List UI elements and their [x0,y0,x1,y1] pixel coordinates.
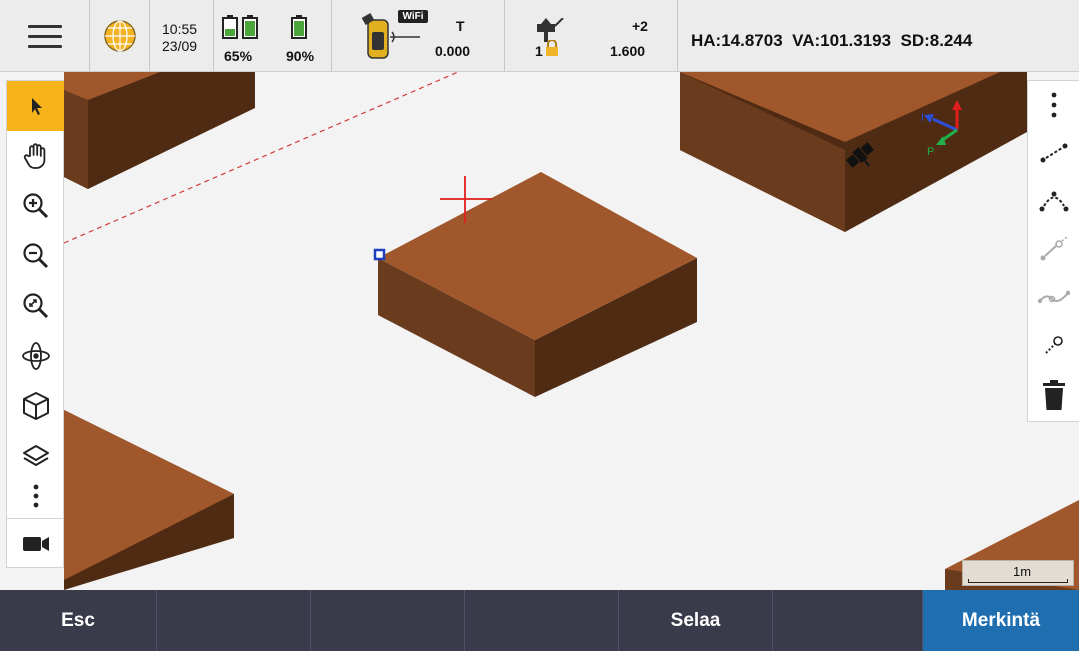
box-top-left [64,72,255,189]
date-text: 23/09 [162,38,198,54]
battery-icon [291,15,307,39]
zoom-in-icon [22,193,48,219]
layers-button[interactable] [7,431,64,481]
polyline-button[interactable] [1028,273,1079,321]
line-from-point-button[interactable] [1028,225,1079,273]
select-icon [31,98,42,115]
battery-cell[interactable]: 65% 90% [214,0,332,71]
zoom-out-icon [22,243,48,269]
zoom-extents-button[interactable] [7,281,64,331]
battery-icon [242,15,258,39]
target-label: T [456,18,465,34]
view-cube-button[interactable] [7,381,64,431]
point-button[interactable] [1028,321,1079,369]
map-view[interactable]: I P [0,72,1079,590]
measurement-readout: HA:14.8703 VA:101.3193 SD:8.244 [678,0,1079,71]
right-more-button[interactable] [1028,81,1079,129]
pan-tool-button[interactable] [7,131,64,181]
camera-button[interactable] [7,519,64,569]
battery-icon [222,15,238,39]
box-center [378,172,697,397]
right-toolbar [1027,80,1079,422]
scale-line [968,579,1068,583]
layers-icon [22,445,49,466]
instrument-cell[interactable]: WiFi T 0.000 [332,0,505,71]
menu-icon-line [28,25,62,28]
offset-label: +2 [632,18,648,34]
bottom-softkey-bar: Esc Selaa Merkintä [0,590,1079,651]
scale-label: 1m [1013,564,1032,579]
draw-arc-button[interactable] [1028,177,1079,225]
zoom-extents-icon [22,293,48,319]
merkinta-button[interactable]: Merkintä [923,590,1079,651]
scale-bar: 1m [962,560,1074,586]
axis-p-label: P [927,146,934,158]
globe-button[interactable] [90,0,150,71]
readout-text: HA:14.8703 VA:101.3193 SD:8.244 [691,31,973,50]
select-tool-button[interactable] [7,81,64,131]
softkey-2[interactable] [157,590,311,651]
zoom-out-button[interactable] [7,231,64,281]
target-value: 0.000 [435,43,471,59]
menu-icon-line [28,45,62,48]
map-canvas[interactable]: I P [0,72,1079,590]
delete-icon [1043,380,1065,410]
more-icon [33,484,38,508]
orbit-button[interactable] [7,331,64,381]
esc-button[interactable]: Esc [0,590,157,651]
time-cell: 10:55 23/09 [150,0,214,71]
menu-icon-line [28,35,62,38]
selaa-button[interactable]: Selaa [619,590,773,651]
box-bottom-left [64,410,234,590]
more-tools-button[interactable] [7,476,64,516]
lock-icon [546,40,558,56]
globe-icon [104,20,136,52]
softkey-4[interactable] [465,590,619,651]
delete-button[interactable] [1028,371,1079,419]
axis-i-label: I [921,112,924,124]
view-cube-icon [22,392,49,420]
prism-count: 1 [535,43,543,59]
menu-button[interactable] [0,0,90,71]
offset-value: 1.600 [610,43,646,59]
left-toolbar [6,80,64,568]
pan-hand-icon [23,143,45,169]
more-icon [1051,92,1057,118]
arc-icon [1039,191,1069,212]
softkey-3[interactable] [311,590,465,651]
point-icon [1045,336,1063,354]
polyline-icon [1038,290,1070,304]
battery-b-text: 90% [286,48,315,64]
line-from-point-icon [1040,236,1068,261]
zoom-in-button[interactable] [7,181,64,231]
time-text: 10:55 [162,21,198,37]
status-bar: 10:55 23/09 65% 90% WiFi T 0.000 1 +2 1.… [0,0,1079,72]
battery-a-text: 65% [224,48,253,64]
point-marker-icon[interactable] [373,248,386,261]
prism-cell[interactable]: 1 +2 1.600 [505,0,678,71]
orbit-icon [21,342,50,370]
draw-line-button[interactable] [1028,129,1079,177]
line-icon [1040,143,1068,163]
wifi-badge: WiFi [398,10,428,23]
camera-icon [22,537,49,551]
softkey-6[interactable] [773,590,923,651]
